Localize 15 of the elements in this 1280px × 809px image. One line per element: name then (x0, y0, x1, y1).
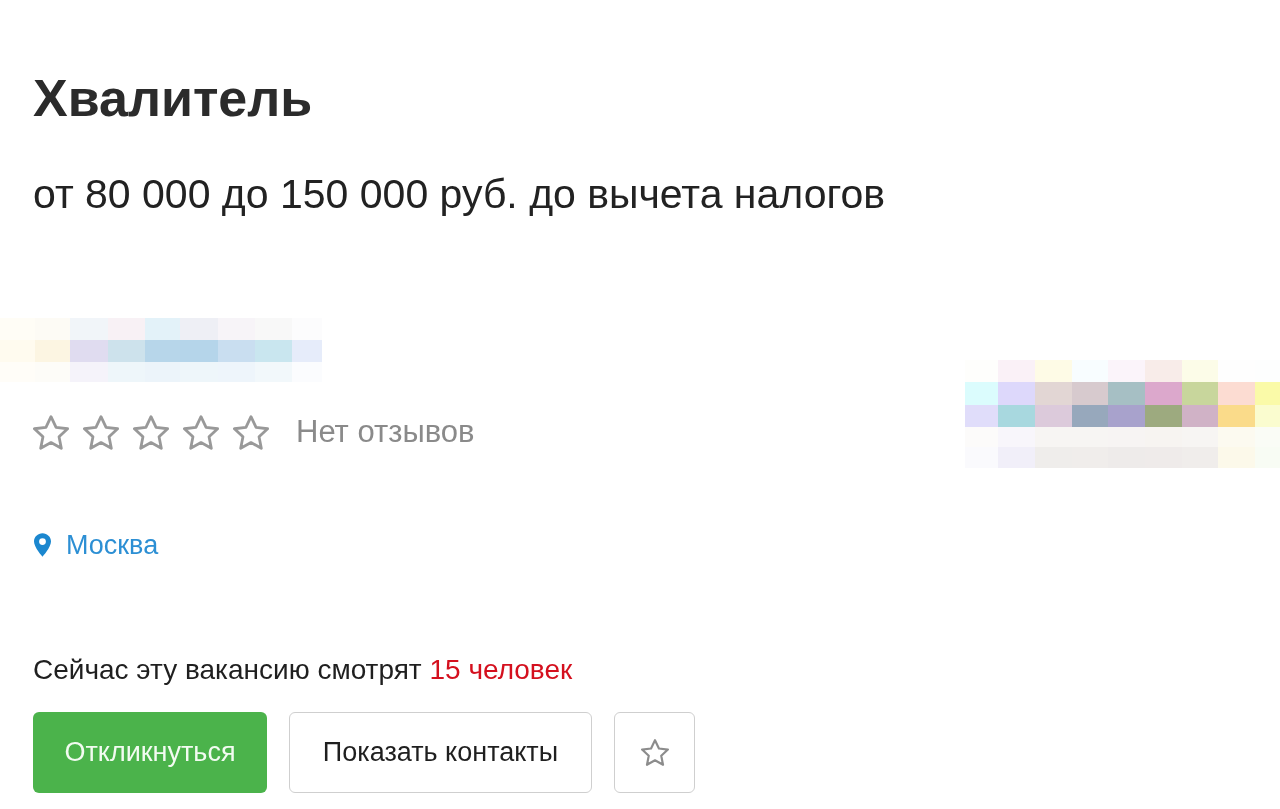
respond-button[interactable]: Откликнуться (33, 712, 267, 793)
star-icon (83, 414, 119, 450)
star-icon (640, 739, 669, 766)
viewers-text: Сейчас эту вакансию смотрят 15 человек (33, 653, 573, 687)
location-pin-icon (34, 533, 51, 557)
favorite-button[interactable] (614, 712, 695, 793)
star-icon (133, 414, 169, 450)
reviews-text: Нет отзывов (296, 414, 475, 450)
salary-text: от 80 000 до 150 000 руб. до вычета налогов (33, 170, 886, 219)
star-icon (33, 414, 69, 450)
show-contacts-button[interactable]: Показать контакты (289, 712, 592, 793)
vacancy-title: Хвалитель (33, 68, 313, 129)
star-icon (183, 414, 219, 450)
star-icon (233, 414, 269, 450)
location-link[interactable]: Москва (66, 529, 159, 561)
